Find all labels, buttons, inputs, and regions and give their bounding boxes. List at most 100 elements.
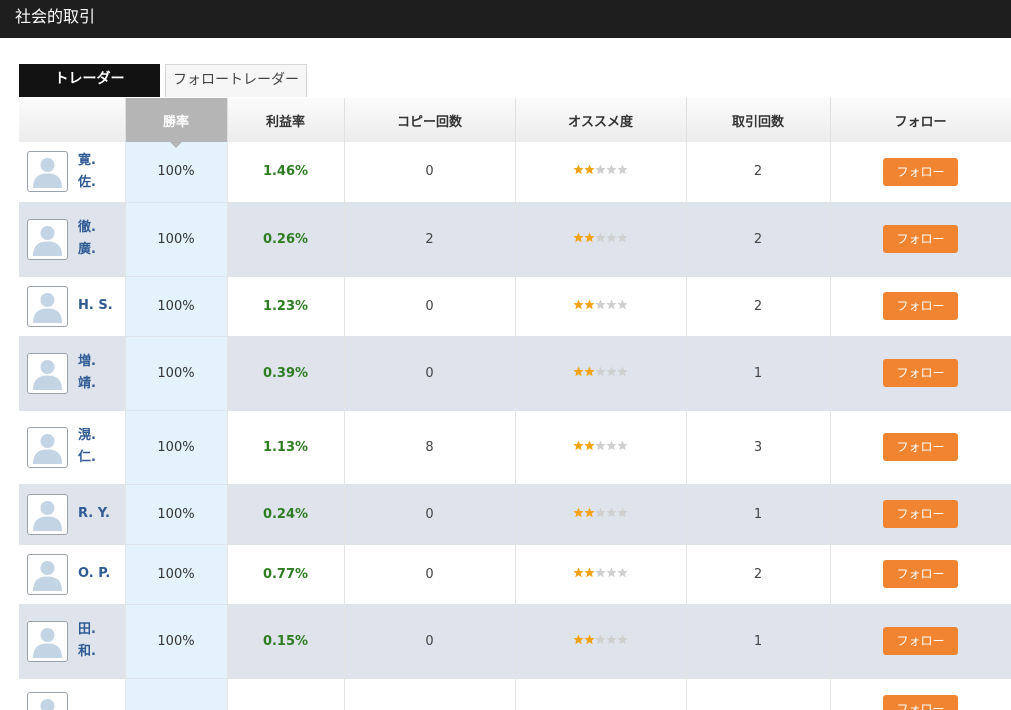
avatar[interactable]: [27, 553, 68, 595]
star-icon: [617, 232, 628, 243]
star-icon: [617, 507, 628, 518]
follow-cell: フォロー: [830, 202, 1011, 277]
star-icon: [606, 164, 617, 175]
copy-count-cell: 0: [344, 604, 516, 679]
win-rate-cell: 100%: [125, 544, 228, 605]
follow-cell: フォロー: [830, 544, 1011, 605]
star-icon: [584, 567, 595, 578]
user-silhouette-icon: [29, 555, 66, 593]
table-row: 増. 靖. 100% 0.39% 0 1 フォロー: [19, 336, 1011, 411]
profit-rate-cell: 0.77%: [227, 544, 345, 605]
copy-count-cell: 0: [344, 336, 516, 411]
rating-stars: [573, 567, 628, 578]
column-header-trader: [19, 98, 126, 142]
follow-cell: フォロー: [830, 142, 1011, 203]
profit-rate-cell: 0.26%: [227, 202, 345, 277]
column-header-trade-count[interactable]: 取引回数: [686, 98, 831, 142]
trader-name[interactable]: H. S.: [78, 295, 114, 317]
column-header-copy-count[interactable]: コピー回数: [344, 98, 516, 142]
star-icon: [573, 567, 584, 578]
follow-button[interactable]: フォロー: [883, 627, 958, 655]
trader-cell: 田. 和.: [19, 604, 126, 679]
avatar[interactable]: [27, 151, 68, 193]
follow-button[interactable]: フォロー: [883, 560, 958, 588]
rating-stars: [573, 366, 628, 377]
follow-cell: フォロー: [830, 604, 1011, 679]
star-icon: [606, 634, 617, 645]
column-header-follow: フォロー: [830, 98, 1011, 142]
table-row: H. S. 100% 1.23% 0 2 フォロー: [19, 276, 1011, 337]
star-icon: [584, 232, 595, 243]
star-icon: [606, 440, 617, 451]
user-silhouette-icon: [29, 220, 66, 258]
user-silhouette-icon: [29, 354, 66, 392]
trader-cell: 滉. 仁.: [19, 410, 126, 485]
trader-name[interactable]: 滉. 仁.: [78, 425, 114, 469]
table-row: 田. 和. 100% 0.15% 0 1 フォロー: [19, 604, 1011, 679]
star-icon: [573, 232, 584, 243]
trade-count-cell: 1: [686, 604, 831, 679]
follow-button[interactable]: フォロー: [883, 292, 958, 320]
follow-button[interactable]: フォロー: [883, 500, 958, 528]
follow-cell: フォロー: [830, 678, 1011, 710]
star-icon: [573, 634, 584, 645]
avatar[interactable]: [27, 493, 68, 535]
star-icon: [595, 507, 606, 518]
avatar[interactable]: [27, 218, 68, 260]
copy-count-cell: 0: [344, 544, 516, 605]
follow-button[interactable]: フォロー: [883, 225, 958, 253]
table-header-row: 勝率 利益率 コピー回数 オススメ度 取引回数 フォロー: [19, 98, 1011, 148]
trader-cell: O. P.: [19, 544, 126, 605]
trader-name[interactable]: R. Y.: [78, 503, 114, 525]
trader-name[interactable]: 田. 和.: [78, 619, 114, 663]
avatar[interactable]: [27, 691, 68, 710]
trade-count-cell: 3: [686, 410, 831, 485]
trader-name[interactable]: 増. 靖.: [78, 351, 114, 395]
column-header-win-rate[interactable]: 勝率: [125, 98, 228, 148]
follow-button[interactable]: フォロー: [883, 433, 958, 461]
star-icon: [606, 299, 617, 310]
star-icon: [606, 232, 617, 243]
avatar[interactable]: [27, 426, 68, 468]
profit-rate-cell: [227, 678, 345, 710]
follow-cell: フォロー: [830, 484, 1011, 545]
rating-cell: [515, 484, 687, 545]
rating-cell: [515, 604, 687, 679]
table-row: O. P. 100% 0.77% 0 2 フォロー: [19, 544, 1011, 605]
star-icon: [617, 567, 628, 578]
rating-stars: [573, 634, 628, 645]
rating-cell: [515, 276, 687, 337]
tab-follow-traders[interactable]: フォロートレーダー: [165, 64, 307, 97]
trader-name[interactable]: O. P.: [78, 563, 114, 585]
column-header-profit-rate[interactable]: 利益率: [227, 98, 345, 142]
avatar[interactable]: [27, 620, 68, 662]
avatar[interactable]: [27, 285, 68, 327]
star-icon: [595, 366, 606, 377]
star-icon: [617, 366, 628, 377]
follow-button[interactable]: フォロー: [883, 157, 958, 186]
follow-cell: フォロー: [830, 276, 1011, 337]
rating-cell: [515, 678, 687, 710]
profit-rate-cell: 1.46%: [227, 142, 345, 203]
trader-name[interactable]: 寛. 佐.: [78, 150, 114, 194]
win-rate-cell: 100%: [125, 484, 228, 545]
rating-cell: [515, 336, 687, 411]
trader-cell: [19, 678, 126, 710]
follow-button[interactable]: フォロー: [883, 694, 958, 710]
trader-cell: 増. 靖.: [19, 336, 126, 411]
star-icon: [595, 440, 606, 451]
trade-count-cell: 2: [686, 142, 831, 203]
trade-count-cell: 1: [686, 336, 831, 411]
follow-button[interactable]: フォロー: [883, 359, 958, 387]
avatar[interactable]: [27, 352, 68, 394]
column-header-rating[interactable]: オススメ度: [515, 98, 687, 142]
tab-traders[interactable]: トレーダー: [19, 64, 160, 97]
profit-rate-cell: 1.13%: [227, 410, 345, 485]
star-icon: [573, 299, 584, 310]
table-row: 寛. 佐. 100% 1.46% 0 2 フォロー: [19, 142, 1011, 203]
star-icon: [606, 366, 617, 377]
star-icon: [584, 440, 595, 451]
trader-name[interactable]: 徹. 廣.: [78, 217, 114, 261]
page-title: 社会的取引: [15, 7, 96, 26]
win-rate-cell: 100%: [125, 604, 228, 679]
